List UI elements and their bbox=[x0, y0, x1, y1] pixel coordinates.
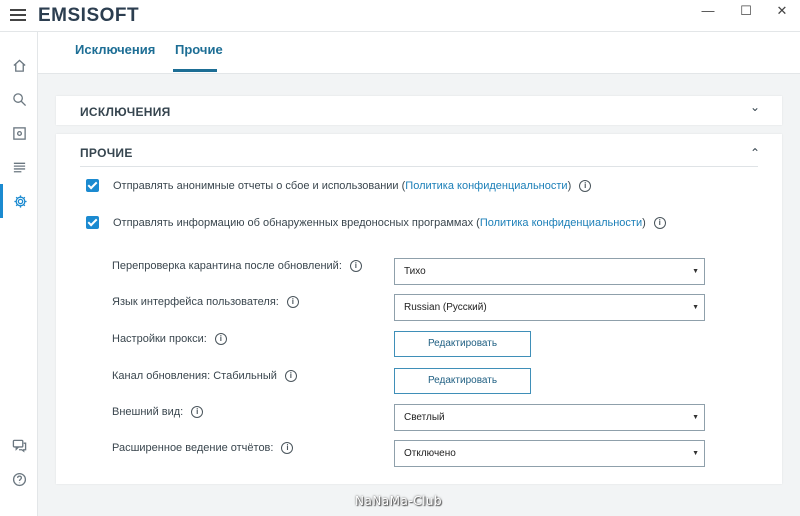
tab-other[interactable]: Прочие bbox=[175, 42, 223, 57]
quarantine-icon[interactable] bbox=[0, 116, 38, 150]
info-icon[interactable]: i bbox=[214, 333, 227, 345]
search-icon[interactable] bbox=[0, 82, 38, 116]
close-button[interactable]: ✕ bbox=[764, 0, 800, 26]
anon-reports-label: Отправлять анонимные отчеты о сбое и исп… bbox=[113, 179, 406, 192]
tab-exclusions[interactable]: Исключения bbox=[75, 42, 155, 57]
gear-icon[interactable] bbox=[0, 184, 38, 218]
update-channel-label: Канал обновления: Стабильный i bbox=[112, 370, 297, 382]
section-divider bbox=[80, 166, 758, 167]
info-icon[interactable]: i bbox=[191, 406, 204, 418]
active-tab-indicator bbox=[173, 69, 217, 72]
main-content: Исключения Прочие ИСКЛЮЧЕНИЯ ⌄ ПРОЧИЕ ⌃ … bbox=[38, 32, 800, 516]
ui-language-select[interactable]: Russian (Русский) ▼ bbox=[394, 294, 705, 321]
anon-reports-label-close: ) bbox=[567, 179, 572, 192]
info-icon[interactable]: i bbox=[653, 216, 666, 229]
privacy-policy-link[interactable]: Политика конфиденциальности bbox=[480, 217, 642, 229]
extended-logging-select[interactable]: Отключено ▼ bbox=[394, 440, 705, 467]
quarantine-recheck-label: Перепроверка карантина после обновлений:… bbox=[112, 260, 362, 272]
malware-info-option: Отправлять информацию об обнаруженных вр… bbox=[86, 216, 666, 229]
maximize-button[interactable]: ☐ bbox=[728, 0, 764, 26]
info-icon[interactable]: i bbox=[579, 179, 592, 192]
dropdown-arrow-icon: ▼ bbox=[692, 450, 699, 457]
info-icon[interactable]: i bbox=[349, 260, 362, 272]
anon-reports-checkbox[interactable] bbox=[86, 179, 99, 192]
appearance-label: Внешний вид: i bbox=[112, 406, 204, 418]
info-icon[interactable]: i bbox=[286, 296, 299, 308]
other-section-title: ПРОЧИЕ bbox=[80, 146, 133, 160]
privacy-policy-link[interactable]: Политика конфиденциальности bbox=[405, 180, 567, 192]
dropdown-arrow-icon: ▼ bbox=[692, 414, 699, 421]
exclusions-section-title: ИСКЛЮЧЕНИЯ bbox=[80, 105, 171, 119]
home-icon[interactable] bbox=[0, 48, 38, 82]
proxy-settings-label: Настройки прокси: i bbox=[112, 333, 227, 345]
malware-info-label-close: ) bbox=[642, 216, 646, 229]
dropdown-arrow-icon: ▼ bbox=[692, 304, 699, 311]
anon-reports-option: Отправлять анонимные отчеты о сбое и исп… bbox=[86, 179, 592, 192]
watermark: NaNaMa-Club bbox=[355, 494, 443, 508]
dropdown-arrow-icon: ▼ bbox=[692, 268, 699, 275]
appearance-select[interactable]: Светлый ▼ bbox=[394, 404, 705, 431]
malware-info-label: Отправлять информацию об обнаруженных вр… bbox=[113, 216, 480, 229]
exclusions-section[interactable]: ИСКЛЮЧЕНИЯ ⌄ bbox=[56, 96, 782, 125]
update-channel-edit-button[interactable]: Редактировать bbox=[394, 368, 531, 394]
minimize-button[interactable]: — bbox=[690, 0, 726, 26]
quarantine-recheck-select[interactable]: Тихо ▼ bbox=[394, 258, 705, 285]
logs-icon[interactable] bbox=[0, 150, 38, 184]
title-bar: EMSISOFT — ☐ ✕ bbox=[0, 0, 800, 32]
proxy-edit-button[interactable]: Редактировать bbox=[394, 331, 531, 357]
help-icon[interactable] bbox=[0, 462, 38, 496]
sidebar bbox=[0, 32, 38, 516]
info-icon[interactable]: i bbox=[281, 442, 294, 454]
tab-bar: Исключения Прочие bbox=[38, 32, 800, 74]
info-icon[interactable]: i bbox=[284, 370, 297, 382]
menu-icon[interactable] bbox=[10, 9, 26, 23]
chevron-down-icon[interactable]: ⌄ bbox=[750, 100, 760, 114]
app-logo: EMSISOFT bbox=[38, 5, 140, 26]
ui-language-label: Язык интерфейса пользователя: i bbox=[112, 296, 299, 308]
chat-icon[interactable] bbox=[0, 428, 38, 462]
extended-logging-label: Расширенное ведение отчётов: i bbox=[112, 442, 294, 454]
chevron-up-icon[interactable]: ⌃ bbox=[750, 146, 760, 160]
other-section: ПРОЧИЕ ⌃ Отправлять анонимные отчеты о с… bbox=[56, 134, 782, 484]
malware-info-checkbox[interactable] bbox=[86, 216, 99, 229]
